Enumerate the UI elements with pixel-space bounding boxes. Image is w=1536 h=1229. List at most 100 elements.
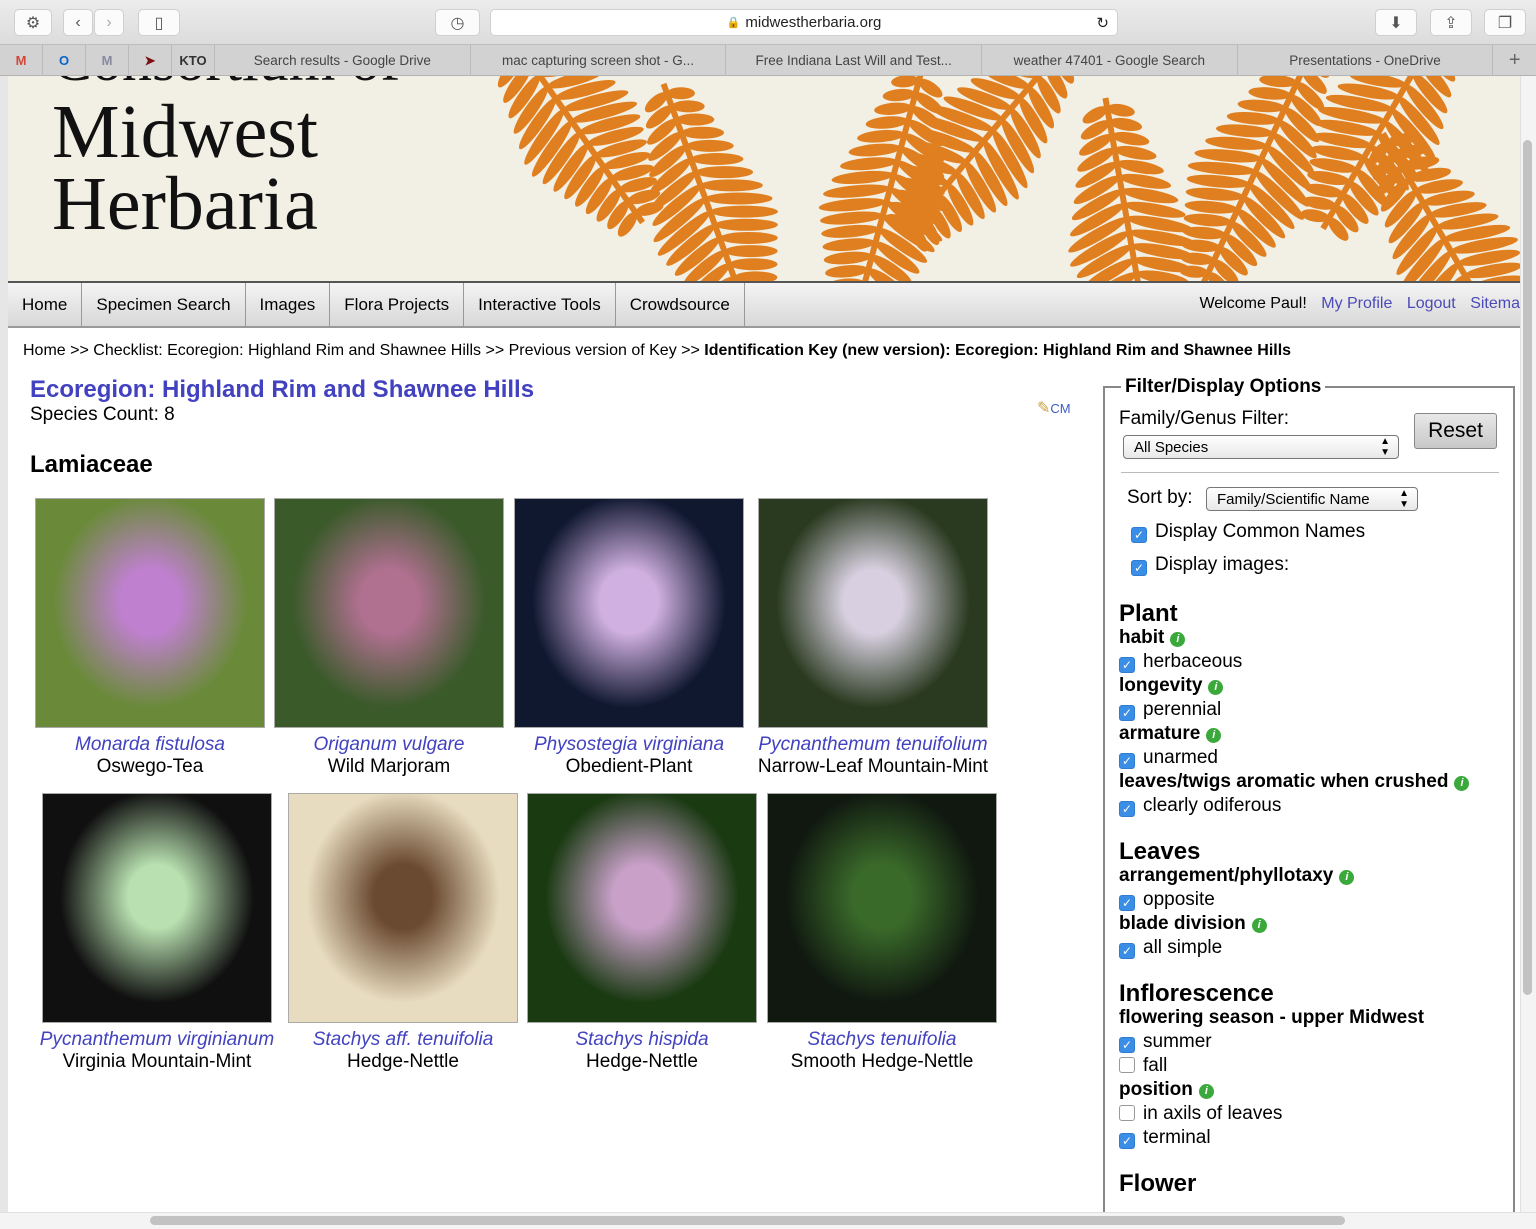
reset-button[interactable]: Reset: [1414, 413, 1497, 449]
info-icon[interactable]: i: [1208, 680, 1224, 695]
breadcrumb-home[interactable]: Home: [23, 342, 66, 359]
species-card: Stachys hispida Hedge-Nettle: [512, 793, 772, 1073]
species-image[interactable]: [274, 498, 504, 728]
species-image[interactable]: [767, 793, 997, 1023]
share-icon[interactable]: ⇪: [1430, 9, 1472, 36]
download-icon[interactable]: ⬇: [1375, 9, 1417, 36]
family-genus-select[interactable]: All Species ▲ ▼: [1123, 435, 1399, 459]
character-name: longevity i: [1119, 674, 1469, 698]
sidebar-toggle-icon[interactable]: ▯: [138, 9, 180, 36]
info-icon[interactable]: i: [1170, 632, 1186, 647]
species-image[interactable]: [514, 498, 744, 728]
section-heading: Plant: [1119, 600, 1178, 627]
welcome-text: Welcome Paul!: [1199, 295, 1307, 312]
species-image[interactable]: [42, 793, 272, 1023]
state-label: perennial: [1143, 699, 1222, 720]
scientific-name-link[interactable]: Physostegia virginiana: [499, 734, 759, 756]
tab[interactable]: Search results - Google Drive: [215, 45, 471, 76]
nav-interactive-tools[interactable]: Interactive Tools: [464, 283, 616, 326]
nav-images[interactable]: Images: [246, 283, 331, 326]
species-image[interactable]: [288, 793, 518, 1023]
logout-link[interactable]: Logout: [1407, 295, 1456, 312]
species-card: Physostegia virginiana Obedient-Plant: [499, 498, 759, 778]
page-title: Ecoregion: Highland Rim and Shawnee Hill…: [30, 376, 535, 403]
sitemap-link[interactable]: Sitema: [1470, 295, 1520, 312]
address-bar[interactable]: 🔒 midwestherbaria.org ↻: [490, 9, 1118, 36]
breadcrumb-separator: >>: [485, 342, 505, 359]
gear-icon[interactable]: ⚙: [14, 9, 52, 36]
scientific-name-link[interactable]: Origanum vulgare: [259, 734, 519, 756]
logo-line-3: Herbaria: [52, 162, 318, 246]
common-name: Obedient-Plant: [565, 756, 693, 777]
display-images-checkbox[interactable]: ✓ Display images:: [1131, 554, 1289, 576]
nav-crowdsource[interactable]: Crowdsource: [616, 283, 745, 326]
scientific-name-link[interactable]: Monarda fistulosa: [20, 734, 280, 756]
tab[interactable]: weather 47401 - Google Search: [982, 45, 1238, 76]
scientific-name-link[interactable]: Pycnanthemum tenuifolium: [743, 734, 1003, 756]
character-label: armature: [1119, 723, 1201, 744]
species-image[interactable]: [758, 498, 988, 728]
state-checkbox[interactable]: ✓ terminal: [1119, 1126, 1469, 1150]
state-checkbox[interactable]: ✓ all simple: [1119, 936, 1469, 960]
vertical-scroll-thumb[interactable]: [1523, 140, 1532, 995]
new-tab-button[interactable]: +: [1493, 45, 1536, 76]
character-label: arrangement/phyllotaxy: [1119, 865, 1334, 886]
back-button[interactable]: ‹: [63, 9, 93, 36]
edit-label: CM: [1050, 401, 1071, 416]
tab[interactable]: Presentations - OneDrive: [1238, 45, 1494, 76]
m-app-icon[interactable]: M: [86, 45, 129, 76]
forward-button[interactable]: ›: [94, 9, 124, 36]
scientific-name-link[interactable]: Pycnanthemum virginianum: [27, 1029, 287, 1051]
tab[interactable]: mac capturing screen shot - G...: [471, 45, 727, 76]
edit-link[interactable]: ✎CM: [1037, 398, 1071, 418]
site-logo[interactable]: Consortium of Midwest Herbaria: [52, 76, 400, 246]
tab[interactable]: Free Indiana Last Will and Test...: [726, 45, 983, 76]
species-image[interactable]: [527, 793, 757, 1023]
nav-specimen-search[interactable]: Specimen Search: [82, 283, 246, 326]
select-arrows-icon: ▲ ▼: [1399, 488, 1409, 510]
info-icon[interactable]: i: [1251, 918, 1267, 933]
state-checkbox[interactable]: ✓ perennial: [1119, 698, 1469, 722]
gmail-icon[interactable]: M: [0, 45, 43, 76]
section-heading: Leaves: [1119, 838, 1201, 865]
state-checkbox[interactable]: ✓ opposite: [1119, 888, 1469, 912]
main-nav: Home Specimen Search Images Flora Projec…: [8, 281, 1520, 328]
species-count: Species Count: 8: [30, 404, 175, 425]
tabs-overview-icon[interactable]: ❐: [1484, 9, 1526, 36]
species-card: Stachys aff. tenuifolia Hedge-Nettle: [273, 793, 533, 1073]
state-checkbox[interactable]: ✓ herbaceous: [1119, 650, 1469, 674]
scientific-name-link[interactable]: Stachys tenuifolia: [752, 1029, 1012, 1051]
info-icon[interactable]: i: [1454, 776, 1470, 791]
scientific-name-link[interactable]: Stachys hispida: [512, 1029, 772, 1051]
sort-select[interactable]: Family/Scientific Name ▲ ▼: [1206, 487, 1418, 511]
kto-icon[interactable]: KTO: [172, 45, 215, 76]
nav-home[interactable]: Home: [8, 283, 83, 326]
info-icon[interactable]: i: [1339, 870, 1355, 885]
state-checkbox[interactable]: fall: [1119, 1054, 1469, 1078]
outlook-icon[interactable]: O: [43, 45, 86, 76]
checkbox-unchecked-icon: [1119, 1057, 1135, 1073]
display-common-names-checkbox[interactable]: ✓ Display Common Names: [1131, 521, 1365, 543]
cursor-app-icon[interactable]: ➤: [129, 45, 172, 76]
breadcrumb-checklist[interactable]: Checklist: Ecoregion: Highland Rim and S…: [93, 342, 481, 359]
state-checkbox[interactable]: in axils of leaves: [1119, 1102, 1469, 1126]
info-icon[interactable]: i: [1206, 728, 1222, 743]
info-icon[interactable]: i: [1198, 1084, 1214, 1099]
common-name: Hedge-Nettle: [586, 1051, 698, 1072]
character-list: Plant habit i ✓ herbaceous longevity i ✓ perenni…: [1119, 600, 1470, 1196]
checkbox-checked-icon: ✓: [1119, 705, 1135, 721]
breadcrumb-previous-key[interactable]: Previous version of Key: [509, 342, 677, 359]
site-banner: Consortium of Midwest Herbaria: [8, 76, 1520, 281]
reload-icon[interactable]: ↻: [1096, 14, 1109, 32]
state-checkbox[interactable]: ✓ summer: [1119, 1030, 1469, 1054]
history-icon[interactable]: ◷: [435, 9, 480, 36]
nav-flora-projects[interactable]: Flora Projects: [330, 283, 465, 326]
horizontal-scroll-thumb[interactable]: [150, 1216, 1345, 1225]
character-name: flowering season - upper Midwest: [1119, 1006, 1469, 1030]
my-profile-link[interactable]: My Profile: [1321, 295, 1392, 312]
state-checkbox[interactable]: ✓ clearly odiferous: [1119, 794, 1469, 818]
species-image[interactable]: [35, 498, 265, 728]
state-checkbox[interactable]: ✓ unarmed: [1119, 746, 1469, 770]
scientific-name-link[interactable]: Stachys aff. tenuifolia: [273, 1029, 533, 1051]
section-heading: Inflorescence: [1119, 980, 1274, 1007]
